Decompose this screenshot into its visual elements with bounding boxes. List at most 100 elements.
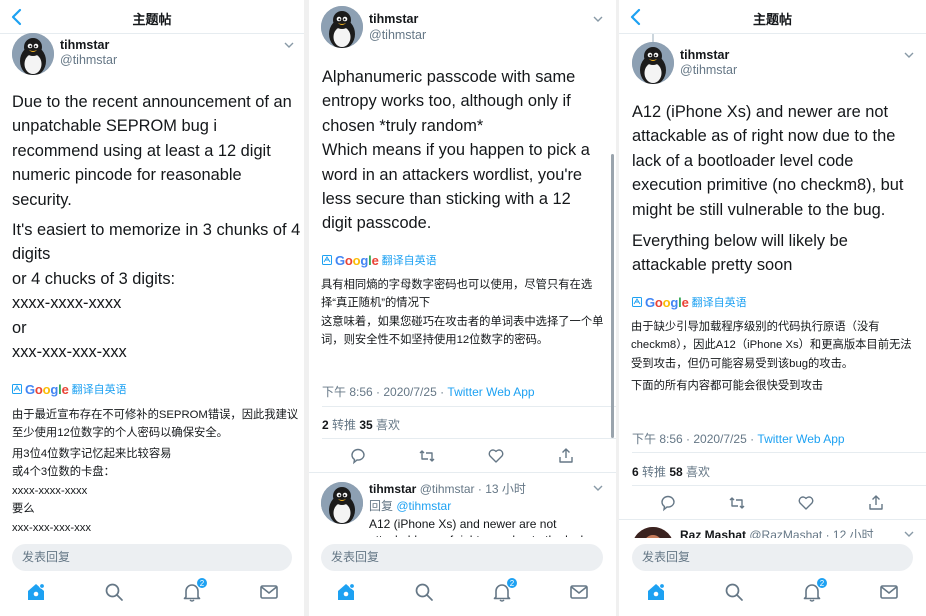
reply-icon[interactable] — [659, 494, 677, 512]
divider — [322, 438, 616, 439]
reply-header: tihmstar @tihmstar · 13 小时 — [369, 480, 526, 497]
translate-label: 翻译自英语 — [71, 384, 127, 396]
tab-bar: 2 — [619, 571, 926, 616]
penguin-avatar-icon — [632, 42, 674, 84]
tweet-text: Alphanumeric passcode with same entropy … — [322, 68, 590, 233]
chevron-down-icon[interactable] — [283, 39, 295, 51]
divider — [632, 452, 926, 453]
chevron-down-icon[interactable] — [592, 13, 604, 25]
author-name[interactable]: tihmstar — [60, 38, 109, 52]
avatar[interactable] — [632, 42, 674, 84]
penguin-avatar-icon — [12, 33, 54, 75]
mention-link[interactable]: @tihmstar — [396, 499, 451, 513]
author-handle[interactable]: @tihmstar — [369, 28, 426, 42]
source-app-link[interactable]: Twitter Web App — [447, 385, 534, 399]
tweet-actions — [309, 447, 616, 467]
page-title: 主题帖 — [752, 12, 792, 27]
google-logo: Google — [25, 381, 69, 397]
translate-link[interactable]: Google 翻译自英语 — [12, 381, 127, 397]
translate-link[interactable]: Google 翻译自英语 — [632, 294, 747, 310]
chevron-down-icon[interactable] — [903, 49, 915, 61]
thread-panel-1: 主题帖 tihmstar @tihmstar Due to the recent… — [0, 0, 304, 616]
translated-text: 具有相同熵的字母数字密码也可以使用，尽管只有在选择“真正随机”的情况下 这意味着… — [321, 279, 604, 347]
tweet-actions — [619, 494, 926, 514]
source-app-link[interactable]: Twitter Web App — [757, 432, 844, 446]
tab-bar: 2 — [0, 571, 304, 616]
author-handle[interactable]: @tihmstar — [680, 63, 737, 77]
notification-badge: 2 — [506, 577, 518, 589]
chevron-down-icon[interactable] — [592, 482, 604, 494]
tweet-stats[interactable]: 2 转推 35 喜欢 — [322, 416, 400, 433]
thread-line — [652, 34, 654, 42]
translated-text: 下面的所有内容都可能会很快受到攻击 — [631, 380, 824, 392]
divider — [322, 406, 616, 407]
reply-icon[interactable] — [349, 447, 367, 465]
tweet-timestamp: 下午 8:56 · 2020/7/25 · Twitter Web App — [632, 432, 845, 446]
scrollbar[interactable] — [611, 154, 614, 438]
translate-label: 翻译自英语 — [691, 297, 747, 309]
tab-home[interactable] — [645, 581, 667, 603]
like-icon[interactable] — [797, 494, 815, 512]
avatar[interactable] — [321, 6, 363, 48]
retweet-icon[interactable] — [728, 494, 746, 512]
tab-bar: 2 — [309, 571, 616, 616]
tweet-text: Everything below will likely be attackab… — [632, 232, 848, 275]
author-name[interactable]: tihmstar — [369, 12, 418, 26]
like-icon[interactable] — [487, 447, 505, 465]
home-icon — [338, 583, 355, 600]
translated-text: 用3位4位数字记忆起来比较容易 或4个3位数的卡盘： xxxx-xxxx-xxx… — [12, 448, 172, 534]
reply-input[interactable]: 发表回复 — [12, 544, 292, 571]
reply-input[interactable]: 发表回复 — [632, 544, 913, 571]
tab-home[interactable] — [335, 581, 357, 603]
tab-notifications[interactable]: 2 — [801, 577, 828, 603]
reply-input[interactable]: 发表回复 — [321, 544, 603, 571]
tab-notifications[interactable]: 2 — [181, 577, 208, 603]
google-logo: Google — [335, 252, 379, 268]
author-name[interactable]: tihmstar — [369, 482, 416, 496]
thread-panel-3: 主题帖 tihmstar @tihmstar A12 (iPhone Xs) a… — [619, 0, 926, 616]
tab-search[interactable] — [103, 581, 125, 603]
mail-icon — [260, 585, 278, 599]
globe-icon — [632, 297, 642, 307]
nav-bar: 主题帖 — [619, 0, 926, 34]
avatar[interactable] — [12, 33, 54, 75]
penguin-avatar-icon — [321, 482, 363, 524]
translate-link[interactable]: Google 翻译自英语 — [322, 252, 437, 268]
reply-handle-time: @tihmstar · 13 小时 — [419, 482, 526, 496]
search-icon — [725, 583, 743, 601]
nav-bar: 主题帖 — [0, 0, 304, 34]
home-icon — [28, 583, 45, 600]
tab-notifications[interactable]: 2 — [491, 577, 518, 603]
translated-text: 由于缺少引导加载程序级别的代码执行原语（没有checkm8），因此A12（iPh… — [631, 321, 912, 370]
tab-messages[interactable] — [568, 581, 590, 603]
divider — [632, 485, 926, 486]
notification-badge: 2 — [816, 577, 828, 589]
google-logo: Google — [645, 294, 689, 310]
retweet-icon[interactable] — [418, 447, 436, 465]
tweet-timestamp: 下午 8:56 · 2020/7/25 · Twitter Web App — [322, 385, 535, 399]
author-handle[interactable]: @tihmstar — [60, 53, 117, 67]
share-icon[interactable] — [557, 447, 575, 465]
tab-messages[interactable] — [258, 581, 280, 603]
tweet-text: It's easiert to memorize in 3 chunks of … — [12, 221, 301, 362]
tab-messages[interactable] — [878, 581, 900, 603]
globe-icon — [322, 255, 332, 265]
divider — [619, 519, 926, 520]
notification-badge: 2 — [196, 577, 208, 589]
penguin-avatar-icon — [321, 6, 363, 48]
thread-panel-2: tihmstar @tihmstar Alphanumeric passcode… — [309, 0, 616, 616]
tab-search[interactable] — [723, 581, 745, 603]
share-icon[interactable] — [867, 494, 885, 512]
tweet-text: A12 (iPhone Xs) and newer are not attack… — [632, 103, 904, 219]
tab-search[interactable] — [413, 581, 435, 603]
tab-home[interactable] — [25, 581, 47, 603]
mail-icon — [880, 585, 898, 599]
home-icon — [648, 583, 665, 600]
reply-context: 回复 @tihmstar — [369, 499, 452, 513]
translated-text: 由于最近宣布存在不可修补的SEPROM错误，因此我建议至少使用12位数字的个人密… — [12, 409, 299, 440]
search-icon — [415, 583, 433, 601]
author-name[interactable]: tihmstar — [680, 48, 729, 62]
tweet-stats[interactable]: 6 转推 58 喜欢 — [632, 463, 710, 480]
mail-icon — [570, 585, 588, 599]
avatar[interactable] — [321, 482, 363, 524]
